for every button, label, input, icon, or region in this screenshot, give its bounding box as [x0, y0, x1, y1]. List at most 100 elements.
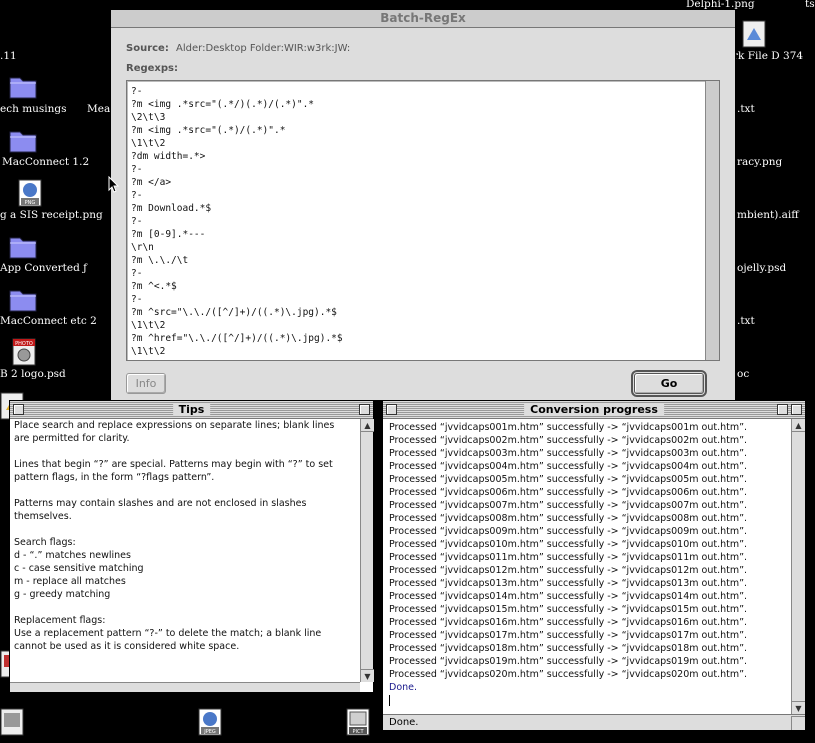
- tips-title: Tips: [172, 403, 211, 416]
- progress-line: Processed “jvvidcaps005m.htm” successful…: [389, 474, 748, 485]
- photo-file-icon[interactable]: PHOTO: [12, 338, 36, 366]
- photo-tag: PHOTO: [15, 341, 33, 347]
- progress-line: Processed “jvvidcaps008m.htm” successful…: [389, 513, 748, 524]
- progress-line: Processed “jvvidcaps017m.htm” successful…: [389, 630, 748, 641]
- tips-paragraph: Lines that begin “?” are special. Patter…: [14, 458, 354, 484]
- desktop-label[interactable]: App Converted ƒ: [0, 262, 87, 274]
- regex-line: ?m <img .*src="(.*/)(.*)/(.*)".*: [131, 99, 315, 110]
- regex-line: \r\n: [131, 242, 154, 253]
- progress-statusbar: Done.: [383, 714, 805, 730]
- desktop-label[interactable]: ojelly.psd: [737, 262, 786, 274]
- desktop-label[interactable]: rk File D 374: [733, 50, 803, 62]
- file-icon[interactable]: [0, 708, 24, 736]
- desktop-label[interactable]: .txt: [737, 103, 755, 115]
- folder-icon[interactable]: [8, 72, 38, 100]
- regex-line: ?m ^src="\.\./([^/]+)/((.*)\.jpg).*$: [131, 307, 337, 318]
- text-caret: [389, 695, 390, 706]
- tips-text: Place search and replace expressions on …: [14, 419, 354, 666]
- progress-line: Processed “jvvidcaps020m.htm” successful…: [389, 669, 748, 680]
- regex-line: \1\t\2: [131, 138, 166, 149]
- tips-line: Lines that begin “?” are special. Patter…: [14, 459, 333, 470]
- tips-paragraph: Patterns may contain slashes and are not…: [14, 497, 354, 523]
- png-file-icon[interactable]: PNG: [18, 179, 42, 207]
- tips-line: are permitted for clarity.: [14, 433, 130, 444]
- batch-regex-window: Batch-RegEx Source: Alder:Desktop Folder…: [110, 9, 736, 401]
- tips-line: cannot be used as it is considered white…: [14, 641, 240, 652]
- source-path: Alder:Desktop Folder:WIR:w3rk:JW:: [176, 43, 351, 54]
- desktop-label[interactable]: ech musings: [0, 103, 67, 115]
- progress-line: Processed “jvvidcaps012m.htm” successful…: [389, 565, 748, 576]
- regexps-scrollbar[interactable]: [705, 81, 719, 360]
- regex-line: \2\t\3: [131, 112, 166, 123]
- go-button[interactable]: Go: [631, 370, 707, 397]
- progress-line: Processed “jvvidcaps001m.htm” successful…: [389, 422, 748, 433]
- progress-done-line: Done.: [389, 682, 418, 693]
- regexps-label: Regexps:: [126, 63, 178, 74]
- regex-line: ?m <img .*src="(.*)/(.*)".*: [131, 125, 286, 136]
- scroll-down-icon[interactable]: ▼: [361, 669, 374, 682]
- tips-scrollbar[interactable]: ▲ ▼: [360, 419, 374, 682]
- jpeg-file-icon[interactable]: JPEG: [198, 708, 222, 736]
- tips-line: c - case sensitive matching: [14, 563, 144, 574]
- png-tag: PNG: [25, 200, 36, 206]
- collapse-box-icon[interactable]: [791, 404, 802, 415]
- tips-line: themselves.: [14, 511, 72, 522]
- regex-line: ?dm width=.*>: [131, 151, 206, 162]
- desktop-label[interactable]: mbient).aiff: [737, 209, 799, 221]
- folder-icon[interactable]: [8, 232, 38, 260]
- file-icon[interactable]: [742, 20, 766, 48]
- tips-window: Tips Place search and replace expression…: [9, 400, 374, 693]
- tips-line: Use a replacement pattern “?-” to delete…: [14, 628, 322, 639]
- close-box-icon[interactable]: [386, 404, 397, 415]
- progress-line: Processed “jvvidcaps007m.htm” successful…: [389, 500, 748, 511]
- tips-hscrollbar[interactable]: [10, 682, 360, 692]
- progress-scrollbar[interactable]: ▲ ▼: [791, 419, 805, 714]
- progress-line: Processed “jvvidcaps009m.htm” successful…: [389, 526, 748, 537]
- close-box-icon[interactable]: [13, 404, 24, 415]
- mouse-pointer-icon: [108, 176, 120, 193]
- zoom-box-icon[interactable]: [777, 404, 788, 415]
- regex-lines: ?- ?m <img .*src="(.*/)(.*)/(.*)".* \2\t\3…: [127, 81, 719, 358]
- scroll-down-icon[interactable]: ▼: [792, 701, 805, 714]
- regex-line: ?m Download.*$: [131, 203, 212, 214]
- tips-paragraph: Replacement flags: Use a replacement patt…: [14, 614, 354, 653]
- conversion-progress-window: Conversion progress Processed “jvvidcaps…: [382, 400, 806, 731]
- desktop-label[interactable]: g a SIS receipt.png: [0, 209, 103, 221]
- regex-line: ?m [0-9].*---: [131, 229, 206, 240]
- pict-tag: PICT: [352, 729, 364, 735]
- collapse-box-icon[interactable]: [359, 404, 370, 415]
- regex-line: \1\t\2: [131, 320, 166, 331]
- desktop-label[interactable]: racy.png: [737, 156, 782, 168]
- desktop-label[interactable]: B 2 logo.psd: [0, 368, 66, 380]
- desktop-label[interactable]: ts: [805, 0, 815, 10]
- folder-icon[interactable]: [8, 285, 38, 313]
- scroll-up-icon[interactable]: ▲: [361, 419, 374, 432]
- scroll-up-icon[interactable]: ▲: [792, 419, 805, 432]
- tips-titlebar[interactable]: Tips: [10, 401, 373, 419]
- regex-line: ?m </a>: [131, 177, 172, 188]
- tips-paragraph: Place search and replace expressions on …: [14, 419, 354, 445]
- tips-line: Place search and replace expressions on …: [14, 420, 335, 431]
- tips-line: pattern flags, in the form “?flags patte…: [14, 472, 215, 483]
- regexps-textarea[interactable]: ?- ?m <img .*src="(.*/)(.*)/(.*)".* \2\t\3…: [126, 80, 720, 361]
- tips-line: Patterns may contain slashes and are not…: [14, 498, 307, 509]
- desktop-label[interactable]: MacConnect etc 2: [0, 315, 97, 327]
- desktop-label[interactable]: .11: [0, 50, 17, 62]
- desktop-label[interactable]: .txt: [737, 315, 755, 327]
- pict-file-icon[interactable]: PICT: [346, 708, 370, 736]
- desktop-label[interactable]: oc: [737, 368, 749, 380]
- desktop-label[interactable]: MacConnect 1.2: [2, 156, 89, 168]
- progress-line: Processed “jvvidcaps014m.htm” successful…: [389, 591, 748, 602]
- progress-titlebar[interactable]: Conversion progress: [383, 401, 805, 419]
- progress-line: Processed “jvvidcaps004m.htm” successful…: [389, 461, 748, 472]
- regex-line: ?m ^href="\.\./([^/]+)/((.*)\.jpg).*$: [131, 333, 343, 344]
- regex-line: ?-: [131, 294, 143, 305]
- regex-line: ?-: [131, 86, 143, 97]
- batch-regex-titlebar[interactable]: Batch-RegEx: [111, 10, 735, 28]
- regex-line: ?-: [131, 216, 143, 227]
- info-button[interactable]: Info: [126, 373, 166, 394]
- resize-grip-icon[interactable]: [791, 716, 805, 730]
- progress-line: Processed “jvvidcaps015m.htm” successful…: [389, 604, 748, 615]
- folder-icon[interactable]: [8, 126, 38, 154]
- progress-line: Processed “jvvidcaps016m.htm” successful…: [389, 617, 748, 628]
